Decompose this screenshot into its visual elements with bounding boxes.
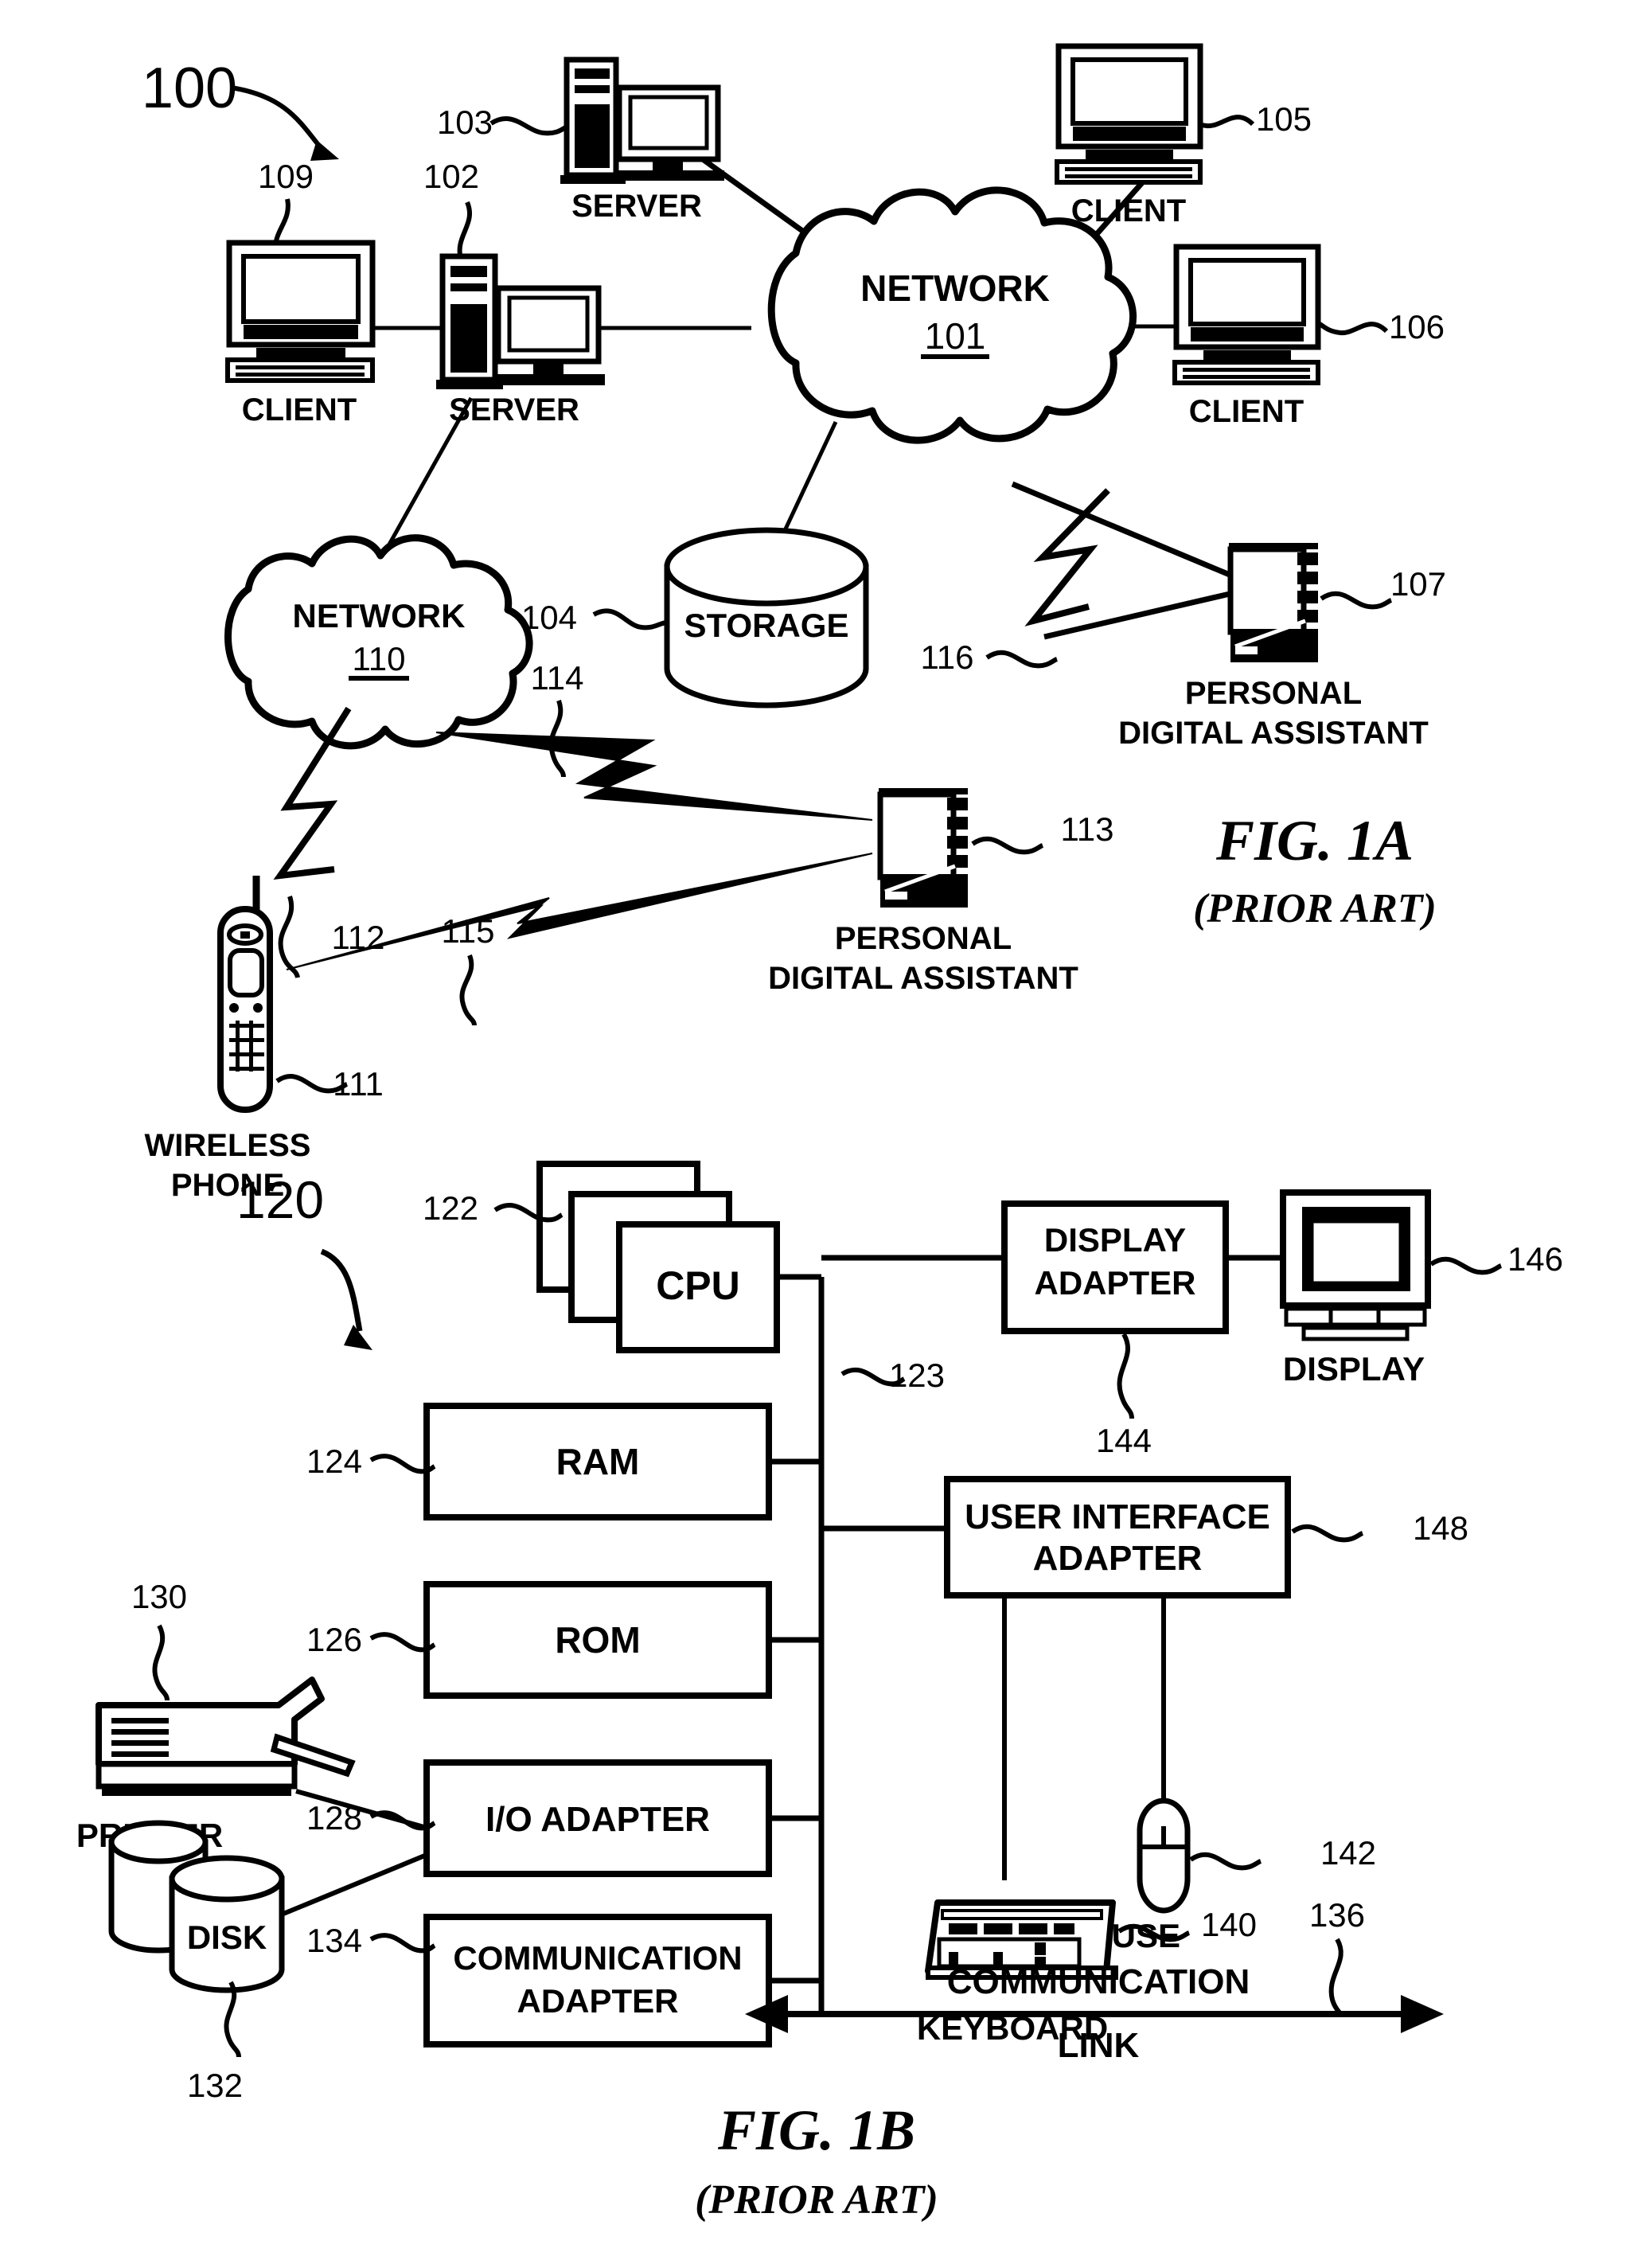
pda-107-label-line2: DIGITAL ASSISTANT xyxy=(1118,716,1429,751)
fig1a-caption: FIG. 1A xyxy=(1215,809,1414,872)
network-101-cloud: NETWORK 101 xyxy=(767,186,1137,444)
network-110-label: NETWORK xyxy=(293,597,466,634)
rom-label: ROM xyxy=(555,1619,640,1661)
server-103-label: SERVER xyxy=(571,189,702,224)
ref-130: 130 xyxy=(131,1578,187,1615)
storage-104-label: STORAGE xyxy=(684,607,849,644)
uiadapter-label-line2: ADAPTER xyxy=(1033,1539,1203,1578)
display-adapter-block: DISPLAY ADAPTER xyxy=(1001,1200,1229,1334)
client-106-icon xyxy=(1172,244,1321,385)
ref-122: 122 xyxy=(423,1189,478,1227)
cpu-label: CPU xyxy=(656,1263,740,1308)
ref-124: 124 xyxy=(306,1442,362,1480)
communication-link-label-line1: COMMUNICATION xyxy=(947,1962,1250,2001)
ref-136: 136 xyxy=(1309,1896,1365,1934)
fig1b-system-ref: 120 xyxy=(236,1170,324,1229)
uiadapter-label-line1: USER INTERFACE xyxy=(965,1497,1270,1536)
disk-132-label: DISK xyxy=(187,1919,267,1956)
ref-105: 105 xyxy=(1256,100,1312,138)
pda-107-icon xyxy=(1227,543,1318,662)
ref-102: 102 xyxy=(423,158,479,195)
display-146-label: DISPLAY xyxy=(1283,1350,1425,1388)
ref-107: 107 xyxy=(1390,565,1446,603)
ref-142: 142 xyxy=(1320,1834,1376,1872)
network-101-ref: 101 xyxy=(925,315,986,357)
ref-134: 134 xyxy=(306,1922,362,1959)
ref-103: 103 xyxy=(437,103,493,141)
ref-114: 114 xyxy=(531,659,584,697)
ref-115: 115 xyxy=(442,912,495,950)
user-interface-adapter-block: USER INTERFACE ADAPTER xyxy=(944,1476,1291,1599)
ref-111: 111 xyxy=(333,1065,384,1103)
ref-113: 113 xyxy=(1061,810,1114,848)
ref-109: 109 xyxy=(258,158,314,195)
ram-label: RAM xyxy=(556,1441,640,1482)
client-105-icon xyxy=(1055,43,1203,185)
network-101-label: NETWORK xyxy=(860,267,1050,309)
client-106-label: CLIENT xyxy=(1189,394,1304,429)
fig1a-system-ref: 100 xyxy=(142,57,237,120)
communication-link-label-line2: LINK xyxy=(1058,2026,1140,2065)
ref-128: 128 xyxy=(306,1799,362,1837)
display-146-icon xyxy=(1280,1189,1431,1341)
pda-113-label-line1: PERSONAL xyxy=(835,921,1012,956)
ref-104: 104 xyxy=(521,599,577,636)
io-adapter-block: I/O ADAPTER xyxy=(423,1759,772,1877)
ram-block: RAM xyxy=(423,1403,772,1520)
ref-123: 123 xyxy=(889,1357,945,1394)
storage-104-icon: STORAGE xyxy=(664,527,869,709)
ref-140: 140 xyxy=(1201,1906,1257,1943)
mouse-142-icon xyxy=(1137,1798,1191,1914)
phone-111-label-line1: WIRELESS xyxy=(145,1128,311,1163)
ref-106: 106 xyxy=(1389,308,1445,345)
fig1a-subcaption: (PRIOR ART) xyxy=(1193,886,1437,931)
communication-adapter-label-line1: COMMUNICATION xyxy=(453,1939,742,1977)
io-adapter-label: I/O ADAPTER xyxy=(486,1800,710,1839)
communication-adapter-block: COMMUNICATION ADAPTER xyxy=(423,1914,772,2047)
network-110-cloud: NETWORK 110 xyxy=(224,534,533,750)
pda-113-icon xyxy=(877,788,968,908)
ref-116: 116 xyxy=(921,638,974,676)
fig1b-caption: FIG. 1B xyxy=(717,2098,915,2162)
ref-132: 132 xyxy=(187,2067,243,2104)
fig1b-subcaption: (PRIOR ART) xyxy=(695,2177,938,2223)
pda-113-label-line2: DIGITAL ASSISTANT xyxy=(768,961,1078,996)
rom-block: ROM xyxy=(423,1581,772,1699)
ref-144: 144 xyxy=(1096,1422,1152,1459)
display-adapter-label-line2: ADAPTER xyxy=(1034,1264,1195,1302)
network-110-ref: 110 xyxy=(353,640,406,677)
ref-126: 126 xyxy=(306,1621,362,1658)
client-109-label: CLIENT xyxy=(242,392,357,427)
communication-adapter-label-line2: ADAPTER xyxy=(517,1982,678,2020)
patent-drawing-sheet: 100 109 102 103 105 106 CLIENT SERVER SE… xyxy=(0,0,1634,2268)
ref-146: 146 xyxy=(1507,1240,1563,1278)
client-109-icon xyxy=(225,240,376,383)
pda-107-label-line1: PERSONAL xyxy=(1185,676,1362,711)
display-adapter-label-line1: DISPLAY xyxy=(1044,1221,1186,1259)
server-102-label: SERVER xyxy=(449,392,579,427)
ref-148: 148 xyxy=(1413,1509,1468,1547)
client-105-label: CLIENT xyxy=(1071,193,1186,228)
drawing-canvas: 100 109 102 103 105 106 CLIENT SERVER SE… xyxy=(0,0,1634,2268)
